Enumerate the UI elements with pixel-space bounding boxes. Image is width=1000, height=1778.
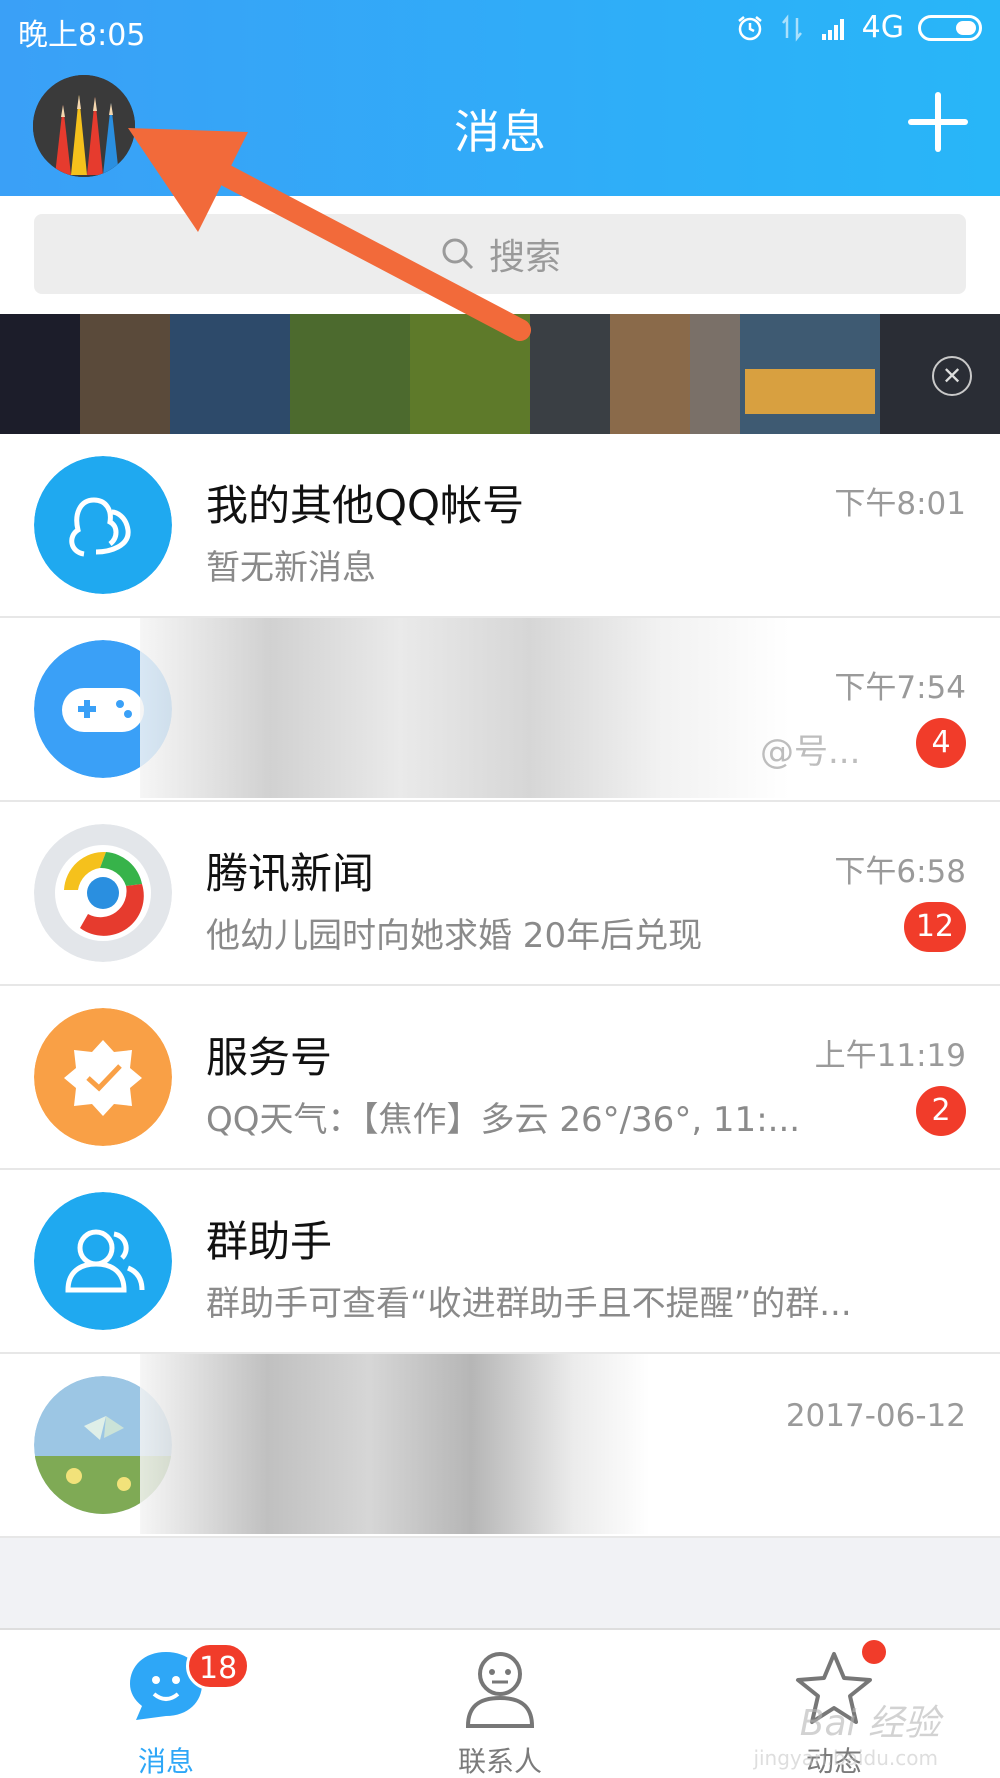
- new-moments-dot: [862, 1640, 886, 1664]
- conversation-preview: QQ天气：【焦作】多云 26°/36°, 11:...: [206, 1100, 801, 1140]
- conversation-time: 上午11:19: [814, 1038, 966, 1074]
- conversation-preview: 群助手可查看“收进群助手且不提醒”的群...: [206, 1284, 852, 1324]
- conversation-preview: 暂无新消息: [206, 548, 376, 588]
- conversation-name: 服务号: [206, 1033, 333, 1082]
- watermark-logo: Bai 经验: [799, 1703, 940, 1744]
- bottom-tab-bar: 消息 18 联系人 动态 Bai 经验 jingyan.baidu.com: [0, 1628, 1000, 1778]
- person-icon: [465, 1652, 535, 1728]
- battery-icon: [918, 14, 982, 41]
- conversation-list: 我的其他QQ帐号 暂无新消息 下午8:01 @号... 下午7:54 4 腾讯新…: [0, 434, 1000, 1538]
- conversation-preview: @号...: [760, 732, 861, 772]
- unread-total-badge: 18: [186, 1642, 251, 1690]
- conversation-name: 腾讯新闻: [206, 849, 375, 898]
- conversation-time: 下午7:54: [834, 670, 966, 706]
- qq-messages-screen: 晚上8:05 4G 消息 搜索 ✕ 我的其他QQ帐号 暂无新消息 下午8:01 …: [0, 0, 1000, 1778]
- conversation-item[interactable]: 2017-06-12: [0, 1354, 1000, 1538]
- conversation-item[interactable]: 腾讯新闻 他幼儿园时向她求婚 20年后兑现 下午6:58 12: [0, 802, 1000, 986]
- conversation-name: 我的其他QQ帐号: [206, 481, 525, 530]
- service-account-icon: [34, 1008, 172, 1146]
- blurred-content: [140, 1354, 650, 1534]
- page-title: 消息: [454, 105, 546, 159]
- search-placeholder: 搜索: [488, 237, 561, 278]
- unread-badge: 2: [916, 1086, 966, 1136]
- conversation-item[interactable]: 群助手 群助手可查看“收进群助手且不提醒”的群...: [0, 1170, 1000, 1354]
- unread-badge: 4: [916, 718, 966, 768]
- search-icon: [442, 238, 474, 270]
- plus-icon[interactable]: [908, 92, 968, 152]
- conversation-time: 下午8:01: [834, 486, 966, 522]
- tab-contacts[interactable]: 联系人: [400, 1630, 600, 1778]
- conversation-item[interactable]: @号... 下午7:54 4: [0, 618, 1000, 802]
- data-arrows-icon: [781, 13, 802, 42]
- conversation-preview: 他幼儿园时向她求婚 20年后兑现: [206, 916, 703, 956]
- signal-icon: [821, 18, 844, 40]
- blurred-content: [140, 618, 790, 798]
- status-icons: 4G: [736, 10, 982, 45]
- status-bar: 晚上8:05 4G: [0, 0, 1000, 56]
- conversation-item[interactable]: 服务号 QQ天气：【焦作】多云 26°/36°, 11:... 上午11:19 …: [0, 986, 1000, 1170]
- status-time: 晚上8:05: [18, 18, 146, 53]
- banner-close-icon[interactable]: ✕: [932, 356, 972, 396]
- conversation-time: 下午6:58: [834, 854, 966, 890]
- unread-badge: 12: [903, 902, 966, 952]
- tab-label: 联系人: [457, 1745, 542, 1778]
- group-helper-icon: [34, 1192, 172, 1330]
- tab-label: 消息: [137, 1745, 194, 1778]
- tencent-news-icon: [34, 824, 172, 962]
- header-bar: 晚上8:05 4G 消息: [0, 0, 1000, 196]
- conversation-name: 群助手: [206, 1217, 333, 1266]
- watermark-url: jingyan.baidu.com: [753, 1746, 938, 1770]
- other-accounts-icon: [34, 456, 172, 594]
- search-input[interactable]: 搜索: [34, 214, 966, 294]
- conversation-time: 2017-06-12: [785, 1398, 966, 1434]
- promo-banner[interactable]: [0, 314, 1000, 434]
- alarm-icon: [737, 15, 762, 40]
- network-type: 4G: [861, 10, 904, 45]
- conversation-item[interactable]: 我的其他QQ帐号 暂无新消息 下午8:01: [0, 434, 1000, 618]
- search-area: 搜索: [0, 196, 1000, 314]
